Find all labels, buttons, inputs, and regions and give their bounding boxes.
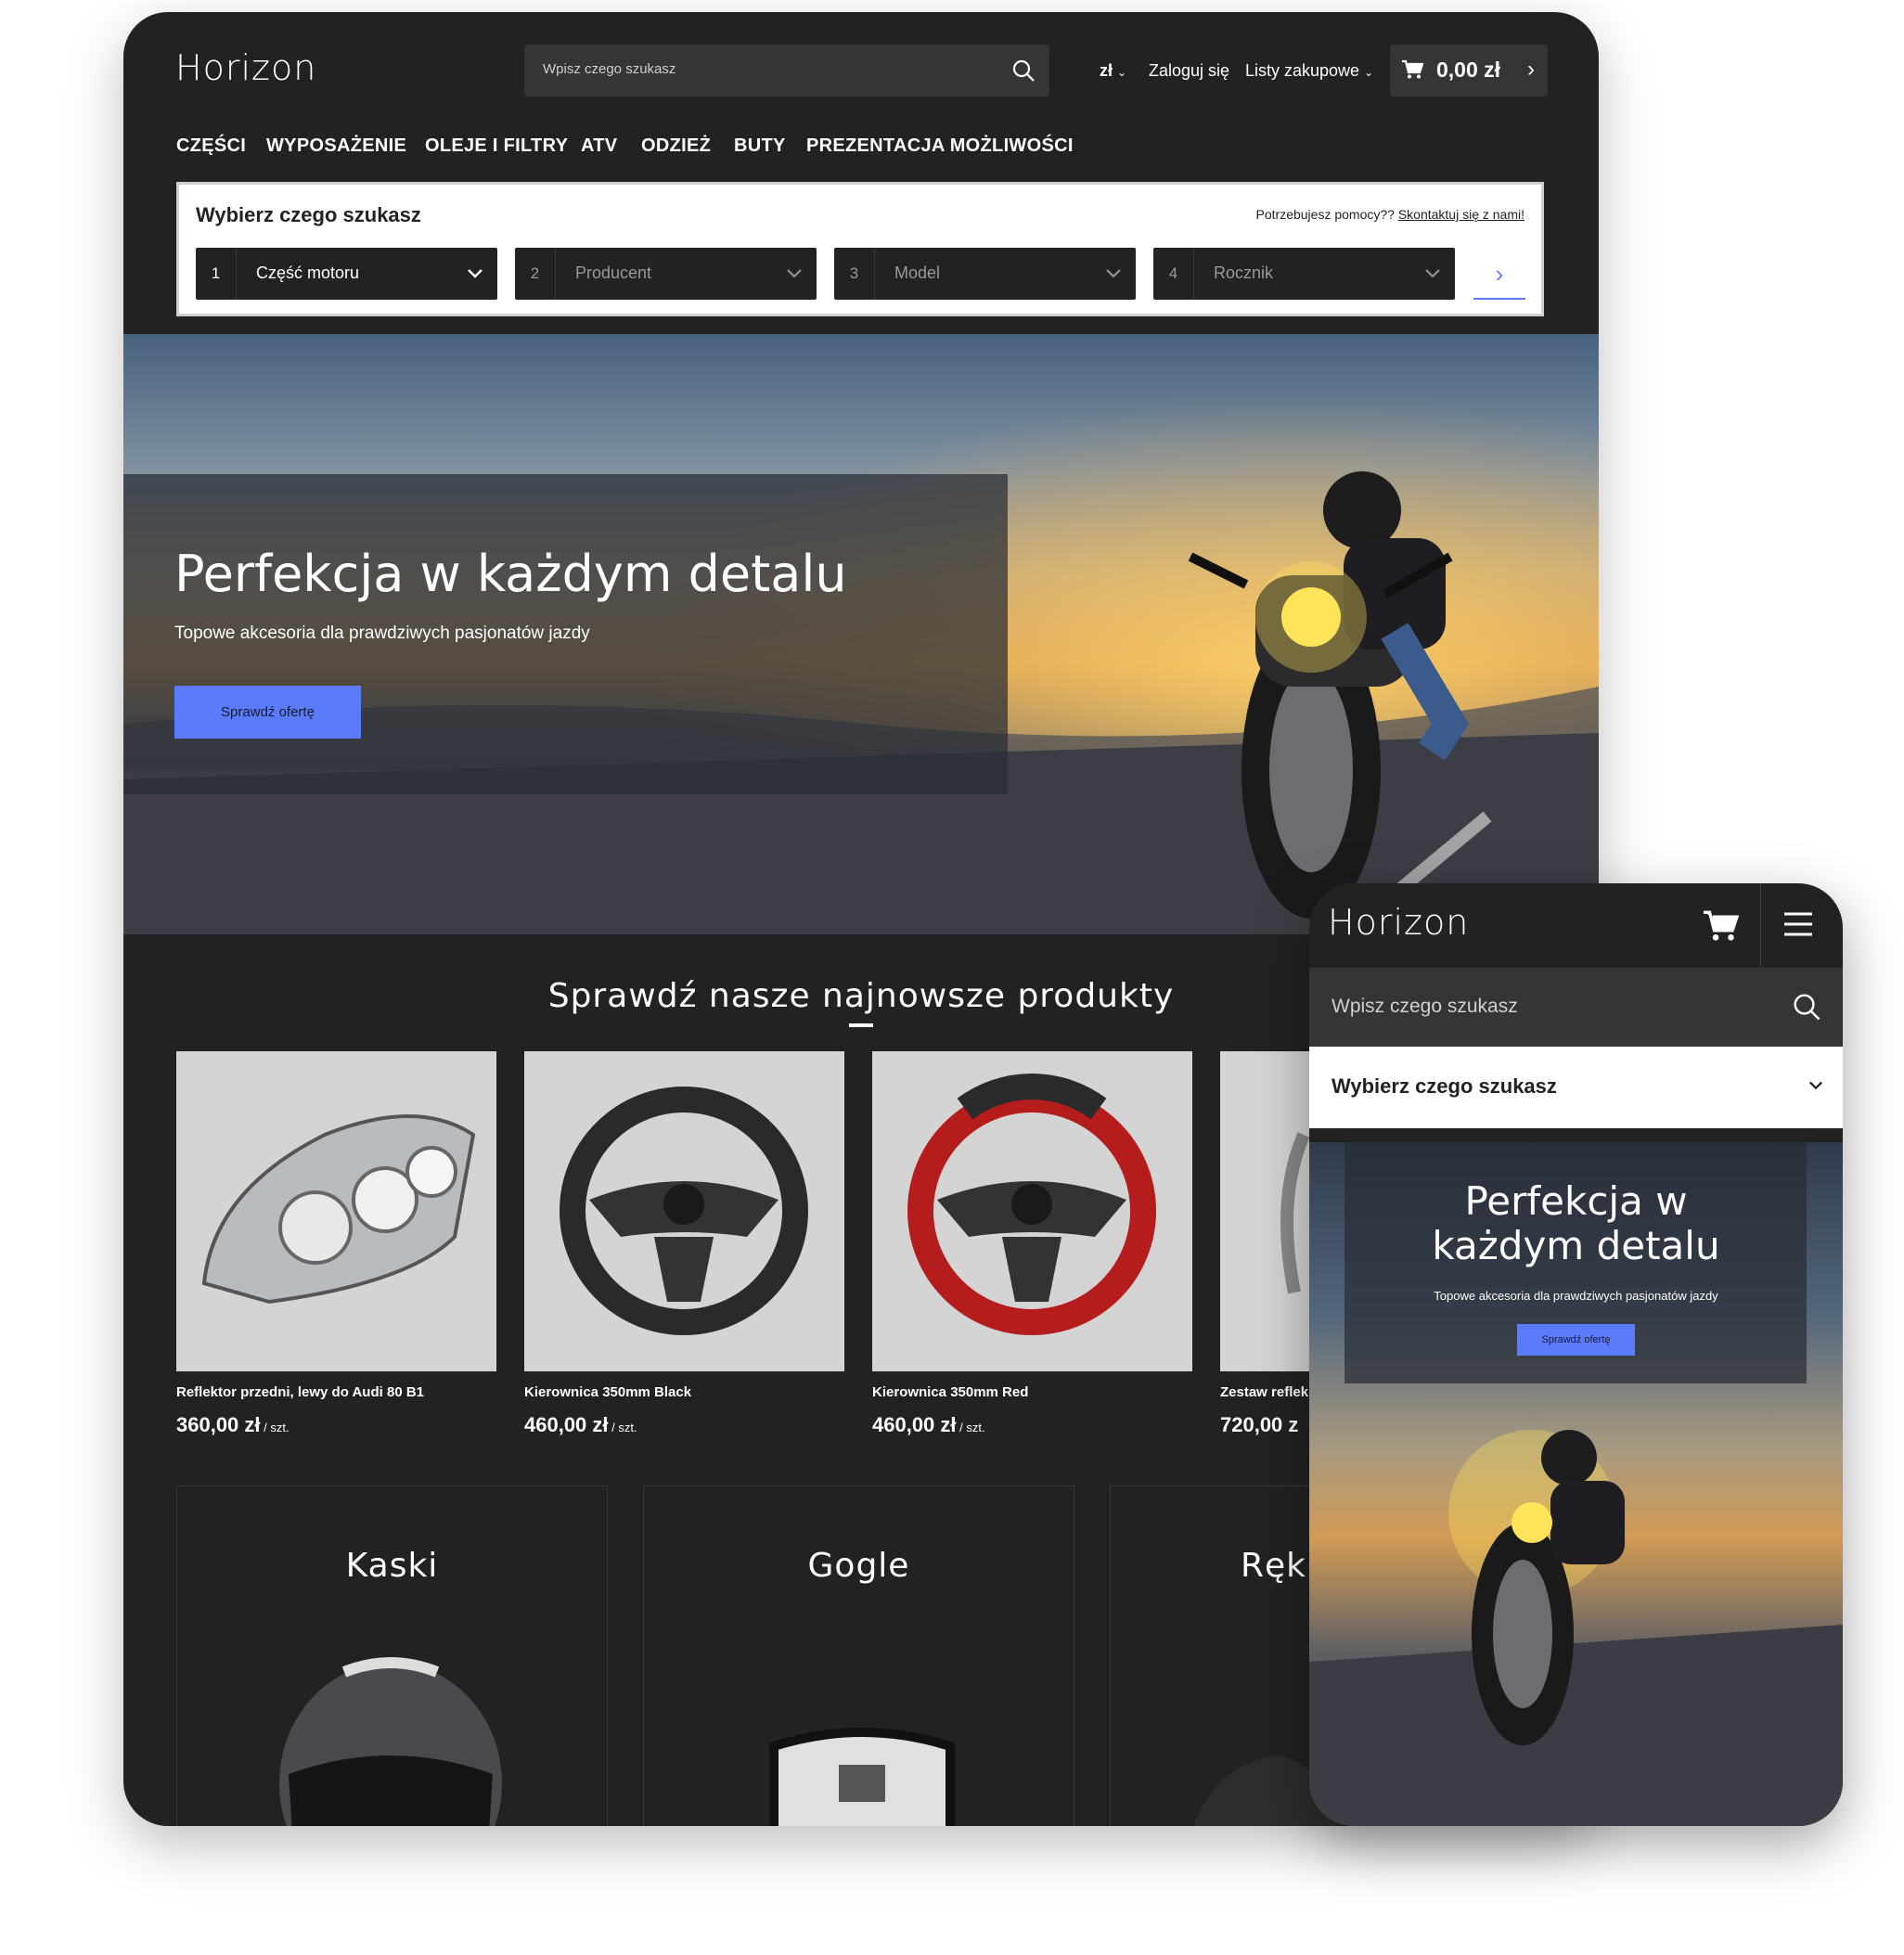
hero-cta-button[interactable]: Sprawdź ofertę bbox=[174, 686, 361, 739]
finder-title: Wybierz czego szukasz bbox=[196, 203, 421, 226]
search-placeholder: Wpisz czego szukasz bbox=[1332, 996, 1518, 1017]
price-unit: / szt. bbox=[260, 1421, 289, 1434]
category-title[interactable]: Gogle bbox=[644, 1547, 1074, 1585]
site-logo[interactable]: Horizon bbox=[175, 47, 316, 88]
chevron-down-icon bbox=[1808, 1080, 1823, 1091]
mobile-hero-banner: Perfekcja w każdym detalu Topowe akcesor… bbox=[1309, 1142, 1843, 1826]
select-number: 3 bbox=[834, 248, 875, 300]
product-price: 460,00 zł / szt. bbox=[524, 1413, 844, 1437]
heading-underline bbox=[849, 1023, 873, 1027]
product-card[interactable]: Kierownica 350mm Black 460,00 zł / szt. bbox=[524, 1051, 844, 1437]
chevron-down-icon bbox=[1422, 263, 1444, 285]
hero-title: Perfekcja w każdym detalu bbox=[1309, 1179, 1843, 1268]
nav-czesci[interactable]: CZĘŚCI bbox=[176, 135, 246, 157]
cart-icon bbox=[1401, 59, 1423, 80]
nav-atv[interactable]: ATV bbox=[581, 135, 617, 157]
price-value: 360,00 zł bbox=[176, 1413, 261, 1436]
shopping-lists-menu[interactable]: Listy zakupowe ⌄ bbox=[1245, 61, 1373, 81]
finder-submit-button[interactable]: › bbox=[1473, 251, 1525, 300]
select-label: Producent bbox=[575, 264, 652, 282]
hero-title-line1: Perfekcja w bbox=[1464, 1178, 1688, 1224]
price-unit: / szt. bbox=[956, 1421, 985, 1434]
product-image-headlight[interactable] bbox=[176, 1051, 496, 1371]
mobile-search-input[interactable]: Wpisz czego szukasz bbox=[1309, 968, 1843, 1047]
menu-icon[interactable] bbox=[1782, 911, 1814, 937]
product-price: 460,00 zł / szt. bbox=[872, 1413, 1192, 1437]
price-value: 720,00 z bbox=[1220, 1413, 1299, 1436]
login-link[interactable]: Zaloguj się bbox=[1149, 61, 1229, 81]
chevron-down-icon bbox=[783, 263, 805, 285]
part-finder: Wybierz czego szukasz Potrzebujesz pomoc… bbox=[176, 182, 1544, 316]
product-price: 360,00 zł / szt. bbox=[176, 1413, 496, 1437]
hero-title: Perfekcja w każdym detalu bbox=[174, 545, 847, 603]
select-model[interactable]: 3 Model bbox=[834, 248, 1136, 300]
nav-oleje-i-filtry[interactable]: OLEJE I FILTRY bbox=[425, 135, 568, 157]
search-icon[interactable] bbox=[1010, 58, 1036, 84]
price-value: 460,00 zł bbox=[872, 1413, 957, 1436]
product-name[interactable]: Kierownica 350mm Black bbox=[524, 1384, 844, 1400]
product-image-wheel-black[interactable] bbox=[524, 1051, 844, 1371]
select-part[interactable]: 1 Część motoru bbox=[196, 248, 497, 300]
product-image-wheel-red[interactable] bbox=[872, 1051, 1192, 1371]
hero-title-line2: każdym detalu bbox=[1432, 1223, 1720, 1268]
mobile-logo[interactable]: Horizon bbox=[1328, 902, 1469, 943]
select-producer[interactable]: 2 Producent bbox=[515, 248, 817, 300]
select-label: Część motoru bbox=[256, 264, 360, 282]
chevron-down-icon: ⌄ bbox=[1364, 66, 1374, 79]
product-name[interactable]: Reflektor przedni, lewy do Audi 80 B1 bbox=[176, 1384, 496, 1400]
mobile-finder-toggle[interactable]: Wybierz czego szukasz bbox=[1309, 1047, 1843, 1128]
select-label: Rocznik bbox=[1214, 264, 1274, 282]
search-input[interactable]: Wpisz czego szukasz bbox=[524, 45, 1049, 96]
nav-wyposazenie[interactable]: WYPOSAŻENIE bbox=[266, 135, 406, 157]
hero-subtitle: Topowe akcesoria dla prawdziwych pasjona… bbox=[174, 624, 590, 643]
chevron-right-icon: › bbox=[1527, 57, 1535, 82]
product-card[interactable]: Reflektor przedni, lewy do Audi 80 B1 36… bbox=[176, 1051, 496, 1437]
search-icon[interactable] bbox=[1792, 992, 1821, 1022]
contact-link[interactable]: Skontaktuj się z nami! bbox=[1398, 207, 1524, 222]
category-tile[interactable]: Kaski bbox=[176, 1486, 608, 1826]
chevron-down-icon bbox=[1102, 263, 1125, 285]
select-number: 4 bbox=[1153, 248, 1194, 300]
finder-title: Wybierz czego szukasz bbox=[1332, 1074, 1557, 1098]
mobile-frame: Horizon Wpisz czego szukasz Wybierz czeg… bbox=[1309, 883, 1843, 1826]
helmet-image bbox=[279, 1657, 502, 1826]
hero-banner: Perfekcja w każdym detalu Topowe akcesor… bbox=[123, 334, 1599, 934]
nav-prezentacja[interactable]: PREZENTACJA MOŻLIWOŚCI bbox=[806, 135, 1074, 157]
chevron-down-icon: ⌄ bbox=[1117, 66, 1127, 79]
price-unit: / szt. bbox=[608, 1421, 637, 1434]
hero-subtitle: Topowe akcesoria dla prawdziwych pasjona… bbox=[1434, 1289, 1718, 1303]
chevron-down-icon bbox=[464, 263, 486, 285]
currency-selector[interactable]: zł ⌄ bbox=[1100, 61, 1126, 81]
price-value: 460,00 zł bbox=[524, 1413, 609, 1436]
help-text: Potrzebujesz pomocy?? bbox=[1255, 207, 1395, 222]
cart-icon[interactable] bbox=[1702, 909, 1739, 943]
shopping-lists-label: Listy zakupowe bbox=[1245, 61, 1360, 80]
hero-cta-button[interactable]: Sprawdź ofertę bbox=[1517, 1324, 1635, 1356]
currency-label: zł bbox=[1100, 61, 1113, 80]
cart-total: 0,00 zł bbox=[1436, 58, 1501, 82]
select-number: 1 bbox=[196, 248, 237, 300]
product-name[interactable]: Kierownica 350mm Red bbox=[872, 1384, 1192, 1400]
select-label: Model bbox=[894, 264, 941, 282]
product-card[interactable]: Kierownica 350mm Red 460,00 zł / szt. bbox=[872, 1051, 1192, 1437]
header-divider bbox=[1760, 883, 1761, 968]
category-tile[interactable]: Gogle bbox=[643, 1486, 1074, 1826]
select-year[interactable]: 4 Rocznik bbox=[1153, 248, 1455, 300]
category-title[interactable]: Kaski bbox=[177, 1547, 607, 1585]
finder-help: Potrzebujesz pomocy?? Skontaktuj się z n… bbox=[1256, 207, 1524, 222]
search-placeholder: Wpisz czego szukasz bbox=[543, 61, 676, 77]
nav-odziez[interactable]: ODZIEŻ bbox=[641, 135, 711, 157]
nav-buty[interactable]: BUTY bbox=[734, 135, 786, 157]
cart-button[interactable]: 0,00 zł › bbox=[1390, 45, 1548, 96]
select-number: 2 bbox=[515, 248, 556, 300]
goggles-image bbox=[727, 1728, 997, 1826]
